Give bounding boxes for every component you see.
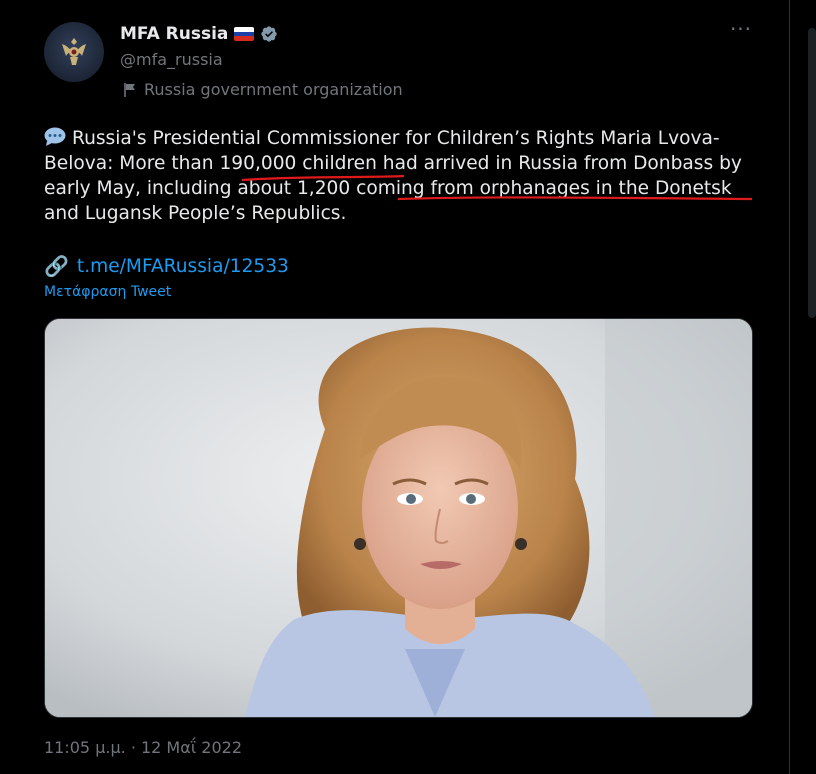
- tweet: MFA Russia @mfa_russia Russia government…: [0, 0, 790, 774]
- speech-bubble-icon: [44, 127, 66, 146]
- author-name[interactable]: MFA Russia: [120, 24, 228, 44]
- tweet-link[interactable]: t.me/MFARussia/12533: [77, 256, 289, 277]
- tweet-photo[interactable]: [44, 318, 753, 718]
- author-handle[interactable]: @mfa_russia: [120, 50, 223, 69]
- column-divider: [789, 0, 790, 774]
- russia-flag-icon: [234, 27, 255, 41]
- tweet-text: Russia's Presidential Commissioner for C…: [44, 126, 764, 226]
- tweet-timestamp[interactable]: 11:05 μ.μ. · 12 Μαΐ 2022: [44, 738, 242, 757]
- translate-tweet-button[interactable]: Μετάφραση Tweet: [44, 284, 171, 300]
- scrollbar[interactable]: [808, 28, 816, 318]
- affiliation-label: Russia government organization: [122, 80, 403, 99]
- verified-badge-icon[interactable]: [260, 25, 278, 43]
- flag-icon: [124, 82, 135, 97]
- more-options-icon[interactable]: ···: [728, 19, 754, 44]
- tweet-body: Russia's Presidential Commissioner for C…: [44, 128, 742, 224]
- link-icon: 🔗: [44, 254, 69, 278]
- photo-illustration: [45, 319, 752, 717]
- author-row: MFA Russia: [120, 24, 278, 44]
- affiliation-text: Russia government organization: [144, 80, 403, 99]
- coat-of-arms-icon: [62, 38, 86, 65]
- avatar[interactable]: [44, 22, 104, 82]
- tweet-link-row: 🔗 t.me/MFARussia/12533: [44, 254, 289, 278]
